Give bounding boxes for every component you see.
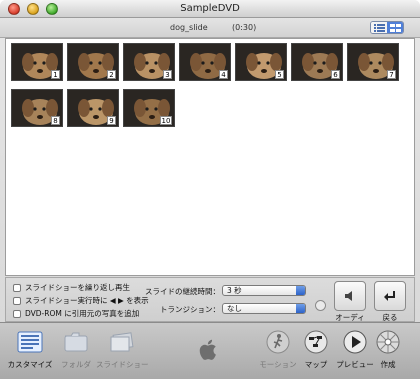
slide-thumbnail[interactable]: 9 — [67, 89, 119, 127]
slide-grid: 1 2 3 4 5 6 7 8 9 10 — [5, 38, 415, 276]
customize-label: カスタマイズ — [7, 360, 53, 369]
grid-view-icon[interactable] — [387, 22, 403, 33]
slide-number-badge: 3 — [163, 70, 172, 79]
slide-number-badge: 10 — [160, 116, 172, 125]
slide-thumbnail[interactable]: 4 — [179, 43, 231, 81]
add-originals-checkbox[interactable]: DVD-ROM に引用元の写真を追加 — [13, 308, 139, 319]
popup-arrows-icon — [296, 286, 305, 295]
slideshow-tool-button[interactable]: スライドショー — [96, 329, 149, 370]
slide-number-badge: 8 — [51, 116, 60, 125]
transition-label: トランジション： — [160, 305, 220, 314]
transition-popup[interactable]: なし — [222, 303, 306, 314]
slide-thumbnail[interactable]: 5 — [235, 43, 287, 81]
slide-thumbnail[interactable]: 10 — [123, 89, 175, 127]
settings-panel: スライドショーを繰り返し再生 スライドショー実行時に ◀ ▶ を表示 DVD-R… — [5, 277, 415, 333]
folder-icon — [63, 329, 89, 355]
slideshow-duration: (0:30) — [232, 23, 257, 32]
return-arrow-icon — [384, 291, 395, 301]
burn-label: 作成 — [380, 360, 396, 369]
slideshow-label: スライドショー — [96, 360, 149, 369]
slideshow-header: dog_slide (0:30) — [0, 18, 420, 38]
loop-slideshow-checkbox[interactable]: スライドショーを繰り返し再生 — [13, 282, 130, 293]
customize-icon — [17, 329, 43, 355]
list-view-icon[interactable] — [371, 22, 387, 33]
slide-number-badge: 1 — [51, 70, 60, 79]
customize-tool-button[interactable]: カスタマイズ — [4, 329, 56, 370]
slide-duration-label: スライドの継続時間： — [145, 287, 220, 296]
checkbox-box[interactable] — [13, 309, 21, 318]
map-icon — [303, 329, 329, 355]
slide-thumbnail[interactable]: 3 — [123, 43, 175, 81]
transition-direction-icon[interactable] — [315, 300, 326, 311]
apple-logo-icon — [199, 338, 219, 365]
running-figure-icon — [265, 329, 291, 355]
slide-duration-value: 3 秒 — [227, 286, 242, 295]
slide-number-badge: 7 — [387, 70, 396, 79]
slide-number-badge: 4 — [219, 70, 228, 79]
window-title: SampleDVD — [180, 3, 240, 14]
checkbox-label: スライドショー実行時に ◀ ▶ を表示 — [25, 296, 149, 305]
checkbox-label: スライドショーを繰り返し再生 — [25, 283, 130, 292]
folder-tool-button[interactable]: フォルダ — [50, 329, 102, 370]
slide-thumbnail[interactable]: 2 — [67, 43, 119, 81]
title-bar: SampleDVD — [0, 0, 420, 18]
slideshow-icon — [109, 329, 135, 355]
speaker-icon — [345, 291, 352, 301]
slideshow-name: dog_slide — [170, 23, 208, 32]
slide-thumbnail[interactable]: 8 — [11, 89, 63, 127]
slide-number-badge: 9 — [107, 116, 116, 125]
back-button[interactable] — [374, 281, 406, 311]
show-arrows-checkbox[interactable]: スライドショー実行時に ◀ ▶ を表示 — [13, 295, 149, 306]
slide-thumbnail[interactable]: 6 — [291, 43, 343, 81]
slide-duration-popup[interactable]: 3 秒 — [222, 285, 306, 296]
slide-number-badge: 6 — [331, 70, 340, 79]
burn-tool-button[interactable]: 作成 — [362, 329, 414, 370]
slide-thumbnail[interactable]: 1 — [11, 43, 63, 81]
audio-button[interactable] — [334, 281, 366, 311]
checkbox-box[interactable] — [13, 296, 21, 305]
transition-value: なし — [227, 304, 242, 313]
slide-thumbnail[interactable]: 7 — [347, 43, 399, 81]
view-mode-toggle[interactable] — [370, 21, 404, 34]
popup-arrows-icon — [296, 304, 305, 313]
burn-disc-icon — [375, 329, 401, 355]
checkbox-box[interactable] — [13, 283, 21, 292]
slide-number-badge: 5 — [275, 70, 284, 79]
slide-number-badge: 2 — [107, 70, 116, 79]
folder-label: フォルダ — [61, 360, 91, 369]
app-window: SampleDVD dog_slide (0:30) 1 2 3 4 5 6 7 8 9 10 ス… — [0, 0, 420, 379]
checkbox-label: DVD-ROM に引用元の写真を追加 — [25, 309, 140, 318]
